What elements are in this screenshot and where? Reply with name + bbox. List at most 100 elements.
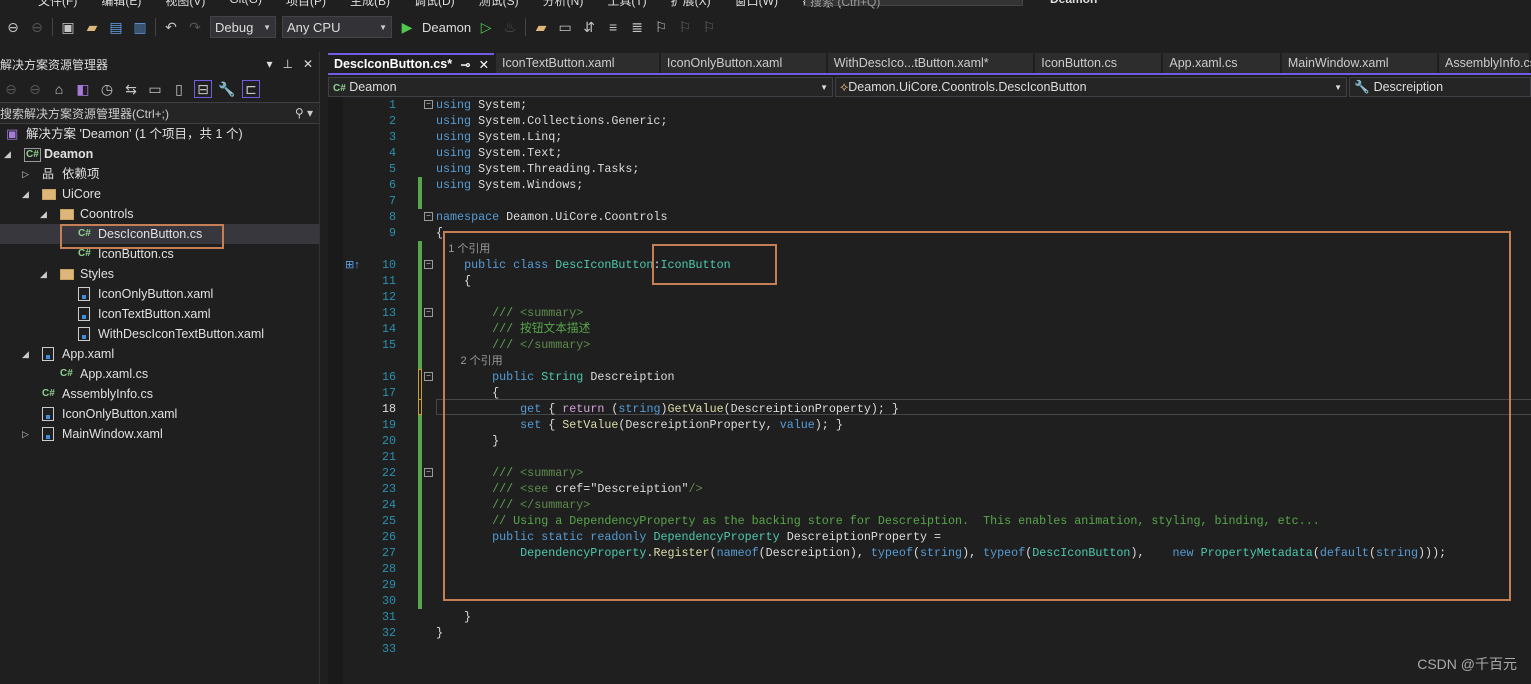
tree-item[interactable]: ◢ Styles [0,264,319,284]
collapse-icon[interactable]: − [424,308,433,317]
line-number: 30 [381,594,396,608]
menu-item[interactable]: 分析(N) [543,0,584,8]
expanded-icon[interactable]: ◢ [40,204,47,224]
menu-item[interactable]: 生成(B) [350,0,390,8]
history-icon[interactable]: ◷ [98,80,116,98]
tab-assemblyinfo-cs[interactable]: AssemblyInfo.cs [1439,53,1531,73]
tab-iconbutton-cs[interactable]: IconButton.cs [1035,53,1162,73]
forward-icon[interactable]: ⊖ [28,18,46,36]
menu-item[interactable]: 扩展(X) [671,0,711,8]
code-editor[interactable]: ⊞↑ 1− using System; 2 using System.Collecti… [328,97,1531,684]
pin-icon[interactable]: ⊥ [282,57,292,71]
tree-item[interactable]: ▷ 品依赖项 [0,164,319,184]
tree-item[interactable]: C# App.xaml.cs [0,364,319,384]
close-icon[interactable]: ✕ [479,57,489,72]
back-icon[interactable]: ⊖ [4,18,22,36]
properties-icon[interactable]: 🔧 [218,80,236,98]
play-icon[interactable]: ▶ [398,18,416,36]
tree-item[interactable]: ◢ Coontrols [0,204,319,224]
platform-select[interactable]: Any CPU ▼ [282,16,392,38]
tree-item[interactable]: IconTextButton.xaml [0,304,319,324]
undo-icon[interactable]: ↶ [162,18,180,36]
run-without-debug-icon[interactable]: ▷ [477,18,495,36]
expanded-icon[interactable]: ◢ [22,184,29,204]
indent-icon[interactable]: ≣ [628,18,646,36]
menu-item[interactable]: 文件(F) [38,0,77,8]
hot-reload-icon[interactable]: ♨ [501,18,519,36]
tree-item[interactable]: ◢ C# Deamon [0,144,319,164]
bookmark-icon[interactable]: ⚐ [652,18,670,36]
redo-icon[interactable]: ↷ [186,18,204,36]
show-all-icon[interactable]: ▯ [170,80,188,98]
menu-item[interactable]: 视图(V) [165,0,205,8]
collapse-icon[interactable]: − [424,100,433,109]
tab-app-xaml-cs[interactable]: App.xaml.cs [1163,53,1280,73]
format-icon[interactable]: ≡ [604,18,622,36]
tab-icontextbutton-xaml[interactable]: IconTextButton.xaml [496,53,659,73]
close-icon[interactable]: ✕ [303,57,313,71]
folder-icon[interactable]: ▰ [532,18,550,36]
tab-withdescico-tbutton-xaml-[interactable]: WithDescIco...tButton.xaml* [827,53,1034,73]
preview-icon[interactable]: ⊏ [242,80,260,98]
new-project-icon[interactable]: ▣ [59,18,77,36]
dropdown-icon[interactable]: ▾ [266,57,272,71]
window-icon[interactable]: ▭ [556,18,574,36]
tab-desciconbutton-cs-[interactable]: DescIconButton.cs* ⊸ ✕ [328,53,494,73]
member-select[interactable]: 🔧 Descreiption [1349,77,1531,97]
open-icon[interactable]: ▰ [83,18,101,36]
collapse-icon[interactable]: − [424,372,433,381]
bookmark-next-icon[interactable]: ⚐ [700,18,718,36]
tree-item[interactable]: C# AssemblyInfo.cs [0,384,319,404]
menu-item[interactable]: 项目(P) [286,0,326,8]
menu-item[interactable]: Git(G) [229,0,262,8]
code-line: 2 using System.Collections.Generic; [328,113,1531,129]
menu-item[interactable]: 编辑(E) [101,0,141,8]
search-icon[interactable]: ⚲ ▾ [295,106,313,120]
line-number: 29 [381,578,396,592]
tree-item[interactable]: ◢ App.xaml [0,344,319,364]
collapse-icon[interactable]: − [424,468,433,477]
tree-item[interactable]: ▣ 解决方案 'Deamon' (1 个项目，共 1 个) [0,124,319,144]
run-button[interactable]: Deamon [422,20,471,35]
collapsed-icon[interactable]: ▷ [22,164,29,184]
tree-item[interactable]: ◢ UiCore [0,184,319,204]
expanded-icon[interactable]: ◢ [22,344,29,364]
csharp-icon: C# [333,83,346,94]
expanded-icon[interactable]: ◢ [40,264,47,284]
tab-label: IconTextButton.xaml [502,56,615,70]
tree-item[interactable]: ▷ MainWindow.xaml [0,424,319,444]
collapsed-icon[interactable]: ▷ [22,424,29,444]
save-icon[interactable]: ▤ [107,18,125,36]
sync-icon[interactable]: ⇆ [122,80,140,98]
forward-icon[interactable]: ⊖ [26,80,44,98]
solution-search-input[interactable]: 搜索解决方案资源管理器(Ctrl+;) ⚲ ▾ [0,102,319,124]
config-select[interactable]: Debug ▼ [210,16,276,38]
menu-item[interactable]: 测试(S) [479,0,519,8]
expanded-icon[interactable]: ◢ [4,144,11,164]
pin-icon[interactable]: ⊸ [460,57,470,72]
collapse-icon[interactable]: − [424,212,433,221]
bookmark-prev-icon[interactable]: ⚐ [676,18,694,36]
tree-item[interactable]: IconOnlyButton.xaml [0,404,319,424]
tree-item[interactable]: IconOnlyButton.xaml [0,284,319,304]
home-icon[interactable]: ⌂ [50,80,68,98]
config-value: Debug [215,19,254,35]
step-icon[interactable]: ⇵ [580,18,598,36]
menu-item[interactable]: 窗口(W) [735,0,778,8]
switch-view-icon[interactable]: ◧ [74,80,92,98]
project-select[interactable]: C# Deamon ▼ [328,77,833,97]
menu-item[interactable]: 调试(D) [414,0,455,8]
tab-icononlybutton-xaml[interactable]: IconOnlyButton.xaml [660,53,826,73]
tab-mainwindow-xaml[interactable]: MainWindow.xaml [1281,53,1437,73]
collapse-icon[interactable]: − [424,260,433,269]
type-select[interactable]: ⟡Deamon.UiCore.Coontrols.DescIconButton ▼ [835,77,1347,97]
line-number: 26 [381,530,396,544]
tree-item[interactable]: WithDescIconTextButton.xaml [0,324,319,344]
menu-item[interactable]: 工具(T) [607,0,646,8]
filter-icon[interactable]: ⊟ [194,80,212,98]
save-all-icon[interactable]: ▥ [131,18,149,36]
collapse-icon[interactable]: ▭ [146,80,164,98]
back-icon[interactable]: ⊖ [2,80,20,98]
search-input[interactable]: 搜索 (Ctrl+Q) [805,0,1023,9]
wrench-icon: 🔧 [1354,79,1370,94]
